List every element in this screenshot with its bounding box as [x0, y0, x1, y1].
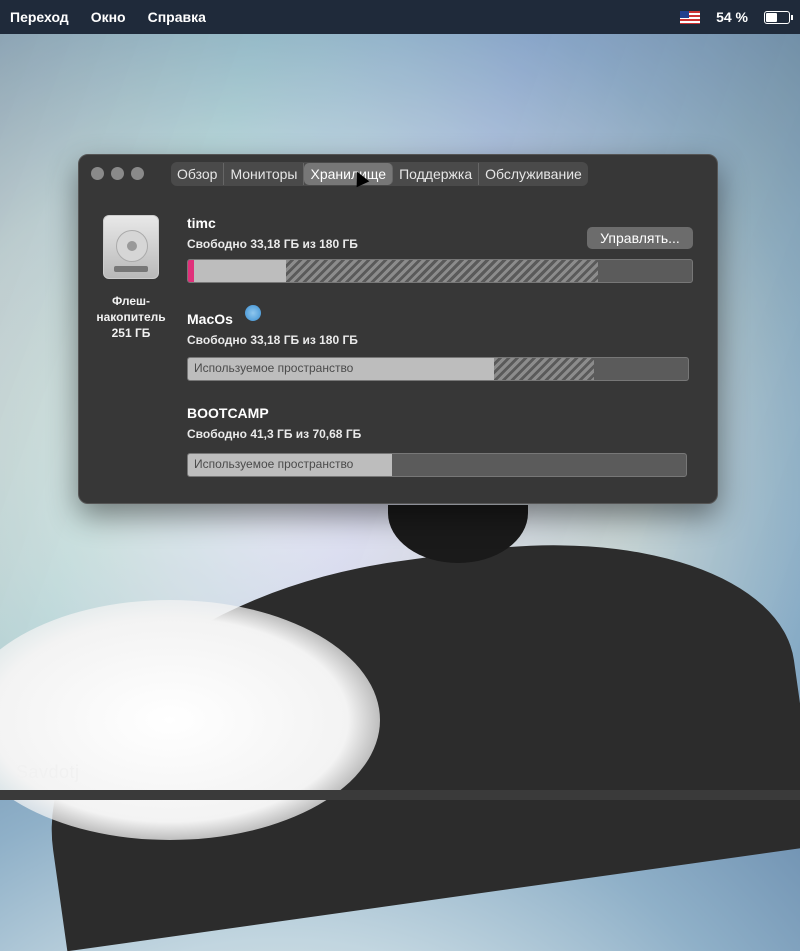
battery-icon[interactable]: [764, 10, 793, 24]
storage-bar: [187, 259, 693, 283]
minimize-button[interactable]: [111, 167, 124, 180]
manage-button[interactable]: Управлять...: [587, 227, 693, 249]
close-button[interactable]: [91, 167, 104, 180]
system-info-window: Обзор Мониторы Хранилище Поддержка Обслу…: [78, 154, 718, 504]
storage-segment-other-volumes: [286, 260, 598, 282]
tab-bar: Обзор Мониторы Хранилище Поддержка Обслу…: [171, 162, 588, 186]
tab-storage[interactable]: Хранилище: [304, 163, 394, 185]
zoom-button[interactable]: [131, 167, 144, 180]
menu-item-go[interactable]: Переход: [10, 9, 69, 25]
volume-free-space: Свободно 33,18 ГБ из 180 ГБ: [187, 237, 358, 251]
drive-name: Флеш-накопитель 251 ГБ: [96, 294, 166, 340]
tab-service[interactable]: Обслуживание: [479, 163, 588, 185]
volume-name: timc: [187, 215, 216, 231]
tab-displays[interactable]: Мониторы: [224, 163, 305, 185]
tab-overview[interactable]: Обзор: [171, 163, 225, 185]
storage-bar: Используемое пространство: [187, 453, 687, 477]
us-flag-icon[interactable]: [680, 10, 701, 24]
battery-percent[interactable]: 54 %: [716, 9, 748, 25]
volume-free-space: Свободно 33,18 ГБ из 180 ГБ: [187, 333, 358, 347]
volume-name: MacOs: [187, 311, 233, 327]
storage-bar-label: Используемое пространство: [194, 457, 354, 471]
volume-name: BOOTCAMP: [187, 405, 269, 421]
menu-bar: Переход Окно Справка 54 %: [0, 0, 800, 34]
tab-support[interactable]: Поддержка: [393, 163, 480, 185]
menu-item-window[interactable]: Окно: [91, 9, 126, 25]
hard-drive-icon: [103, 215, 159, 279]
dock: [0, 790, 800, 800]
watermark: Savdotj: [16, 762, 80, 782]
status-area: 54 %: [680, 0, 793, 34]
storage-bar: Используемое пространство: [187, 357, 689, 381]
storage-bar-label: Используемое пространство: [194, 361, 354, 375]
activity-indicator-icon: [245, 305, 261, 321]
volume-free-space: Свободно 41,3 ГБ из 70,68 ГБ: [187, 427, 362, 441]
storage-segment-other-volumes: [494, 358, 594, 380]
storage-segment-used: [194, 260, 286, 282]
menu-item-help[interactable]: Справка: [148, 9, 206, 25]
